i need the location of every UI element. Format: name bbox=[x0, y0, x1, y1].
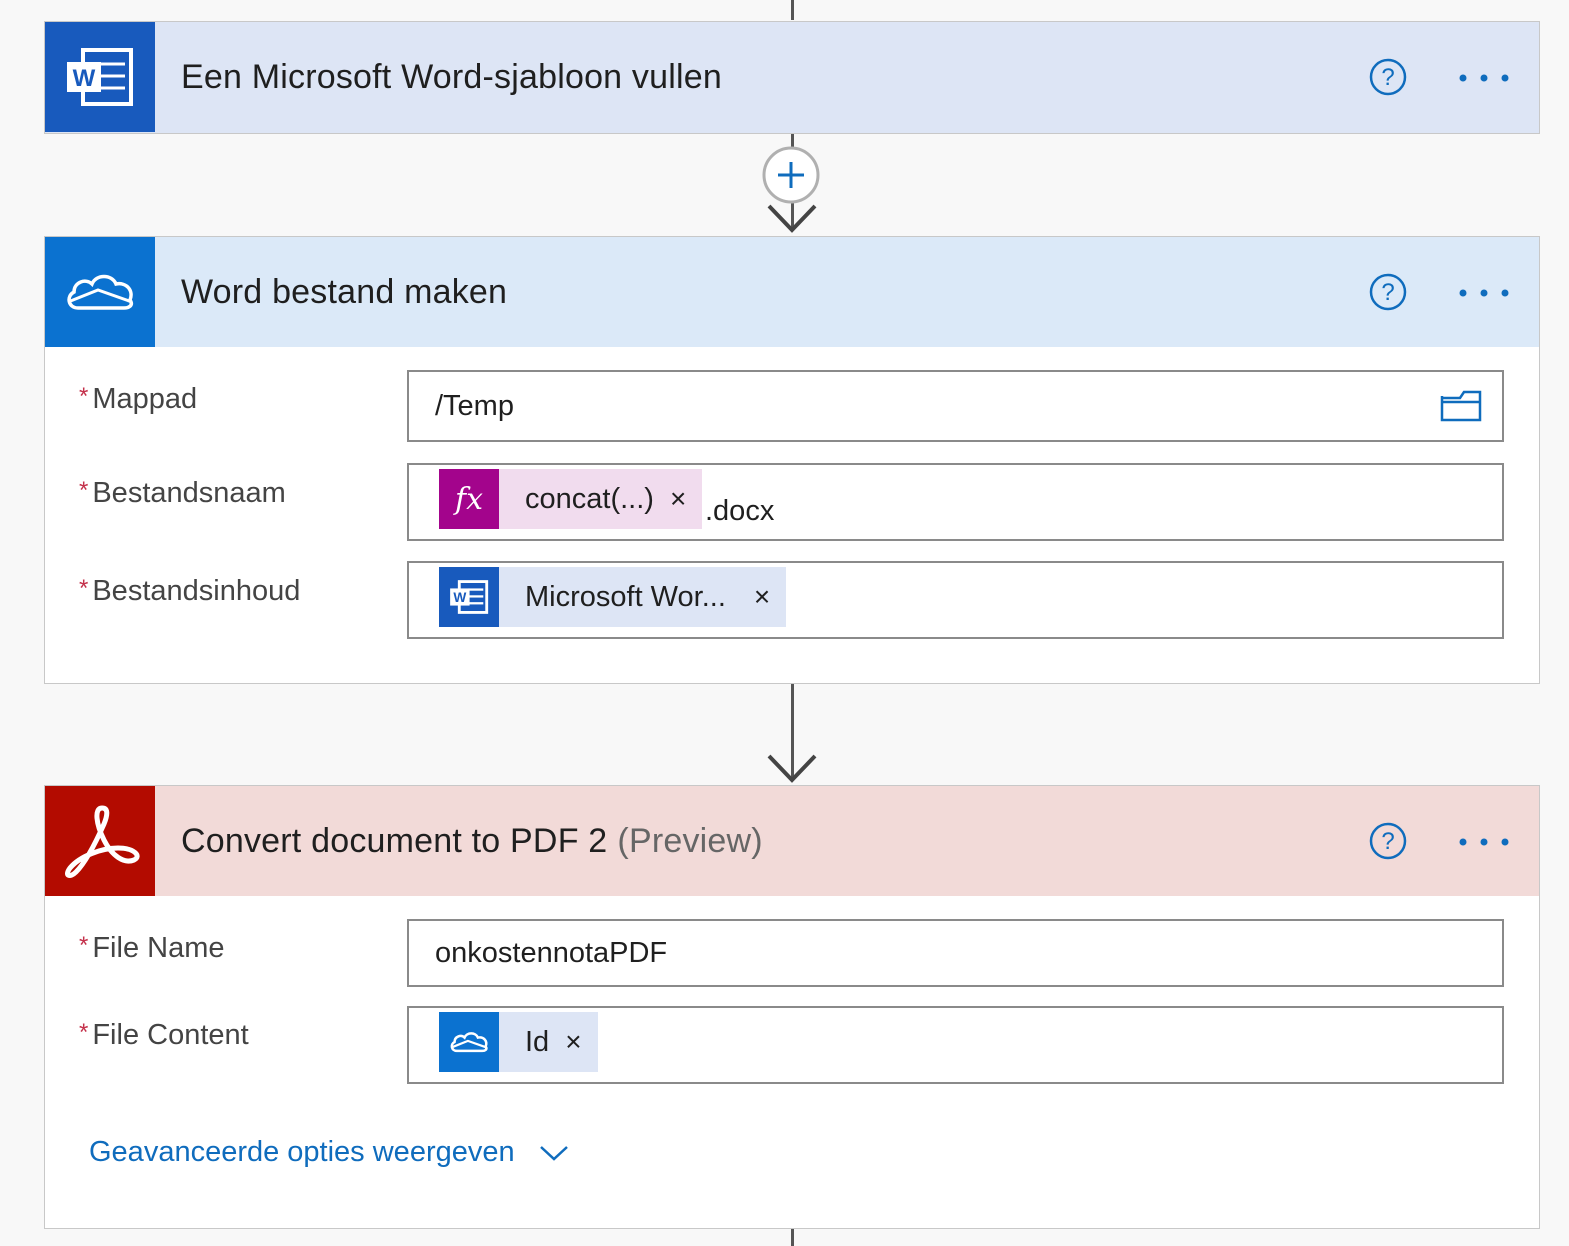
help-icon[interactable]: ? bbox=[1369, 822, 1407, 860]
add-step-button[interactable] bbox=[762, 146, 820, 204]
file-content-input[interactable]: W Microsoft Wor... × bbox=[407, 561, 1504, 639]
dynamic-content-token[interactable]: W Microsoft Wor... × bbox=[439, 567, 787, 627]
token-label: Microsoft Wor... bbox=[525, 580, 726, 613]
help-icon[interactable]: ? bbox=[1369, 273, 1407, 311]
chevron-down-icon bbox=[539, 1145, 568, 1161]
svg-text:W: W bbox=[453, 590, 466, 605]
step-title[interactable]: Word bestand maken bbox=[181, 273, 507, 312]
svg-text:W: W bbox=[73, 65, 96, 92]
svg-text:?: ? bbox=[1381, 279, 1394, 306]
field-label-file-content: * File Content bbox=[79, 1019, 249, 1051]
svg-text:?: ? bbox=[1381, 64, 1394, 91]
adobe-acrobat-icon bbox=[45, 786, 155, 896]
arrow-down-icon bbox=[767, 204, 817, 233]
token-label: concat(...) bbox=[525, 482, 654, 515]
field-label-file-name: * File Name bbox=[79, 932, 225, 964]
field-value: /Temp bbox=[435, 390, 514, 422]
remove-token-icon[interactable]: × bbox=[754, 581, 770, 613]
preview-tag: (Preview) bbox=[617, 821, 763, 860]
help-icon[interactable]: ? bbox=[1369, 58, 1407, 96]
field-value: onkostennotaPDF bbox=[435, 937, 668, 969]
plus-icon bbox=[762, 146, 820, 204]
svg-text:?: ? bbox=[1381, 828, 1394, 855]
folder-icon[interactable] bbox=[1440, 390, 1482, 422]
step-title[interactable]: Een Microsoft Word-sjabloon vullen bbox=[181, 58, 722, 97]
step-header[interactable]: W Een Microsoft Word-sjabloon vullen ? bbox=[45, 22, 1539, 132]
dynamic-content-token[interactable]: Id × bbox=[439, 1012, 598, 1072]
pdf-file-name-input[interactable]: onkostennotaPDF bbox=[407, 919, 1504, 987]
pdf-file-content-input[interactable]: Id × bbox=[407, 1006, 1504, 1084]
more-options-icon[interactable] bbox=[1457, 72, 1511, 84]
word-icon: W bbox=[45, 22, 155, 132]
step-header[interactable]: Word bestand maken ? bbox=[45, 237, 1539, 347]
onedrive-icon bbox=[45, 237, 155, 347]
show-advanced-options-link[interactable]: Geavanceerde opties weergeven bbox=[89, 1136, 569, 1169]
fx-icon: fx bbox=[439, 469, 499, 529]
more-options-icon[interactable] bbox=[1457, 287, 1511, 299]
field-label-mappad: * Mappad bbox=[79, 383, 198, 415]
connector-top bbox=[791, 0, 794, 20]
step-create-word-file[interactable]: Word bestand maken ? * Mappad /Temp * Best… bbox=[44, 236, 1540, 684]
folder-path-input[interactable]: /Temp bbox=[407, 370, 1504, 442]
arrow-down-icon bbox=[767, 754, 817, 783]
remove-token-icon[interactable]: × bbox=[565, 1026, 581, 1058]
onedrive-icon bbox=[439, 1012, 499, 1072]
word-icon: W bbox=[439, 567, 499, 627]
field-label-bestandsinhoud: * Bestandsinhoud bbox=[79, 575, 301, 607]
step-convert-to-pdf[interactable]: Convert document to PDF 2 (Preview) ? * Fi… bbox=[44, 785, 1540, 1229]
expression-token[interactable]: fx concat(...) × bbox=[439, 469, 703, 529]
step-fill-word-template[interactable]: W Een Microsoft Word-sjabloon vullen ? bbox=[44, 21, 1540, 134]
step-header[interactable]: Convert document to PDF 2 (Preview) ? bbox=[45, 786, 1539, 896]
step-title[interactable]: Convert document to PDF 2 (Preview) bbox=[181, 822, 763, 861]
connector-bottom bbox=[791, 1229, 794, 1246]
file-name-input[interactable]: fx concat(...) × .docx bbox=[407, 463, 1504, 541]
field-suffix: .docx bbox=[705, 495, 775, 527]
more-options-icon[interactable] bbox=[1457, 836, 1511, 848]
remove-token-icon[interactable]: × bbox=[670, 483, 686, 515]
field-label-bestandsnaam: * Bestandsnaam bbox=[79, 477, 286, 509]
token-label: Id bbox=[525, 1025, 550, 1058]
